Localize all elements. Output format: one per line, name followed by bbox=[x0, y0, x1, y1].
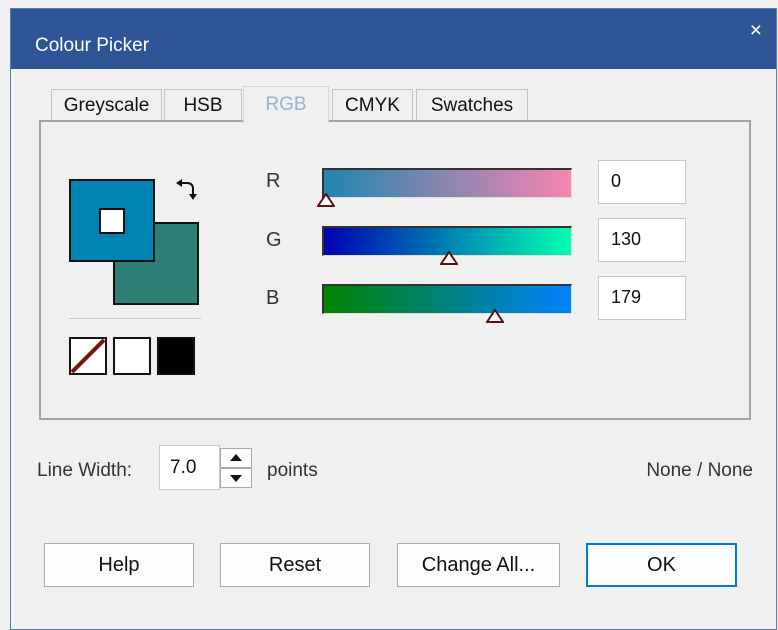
red-value-field[interactable]: 0 bbox=[598, 160, 686, 204]
colour-wells-separator bbox=[69, 318, 201, 319]
no-colour-swatch[interactable] bbox=[69, 337, 107, 375]
line-width-increment[interactable] bbox=[220, 448, 252, 468]
channel-label-b: B bbox=[266, 287, 280, 309]
ok-button[interactable]: OK bbox=[586, 543, 737, 587]
channel-label-g: G bbox=[266, 229, 282, 251]
blue-slider-thumb[interactable] bbox=[486, 309, 505, 323]
blue-slider[interactable] bbox=[322, 284, 572, 314]
line-width-decrement[interactable] bbox=[220, 468, 252, 488]
tab-swatches[interactable]: Swatches bbox=[416, 89, 528, 121]
spin-down-icon bbox=[230, 475, 242, 482]
blue-value-field[interactable]: 179 bbox=[598, 276, 686, 320]
spin-up-icon bbox=[230, 454, 242, 461]
channel-label-r: R bbox=[266, 170, 281, 192]
line-width-input[interactable]: 7.0 bbox=[159, 445, 220, 490]
line-width-label: Line Width: bbox=[37, 460, 133, 481]
colour-status-text: None / None bbox=[646, 460, 753, 481]
white-swatch[interactable] bbox=[113, 337, 151, 375]
reset-button[interactable]: Reset bbox=[220, 543, 370, 587]
help-button[interactable]: Help bbox=[44, 543, 194, 587]
window-title: Colour Picker bbox=[35, 35, 150, 56]
black-swatch[interactable] bbox=[157, 337, 195, 375]
swap-colours-icon[interactable] bbox=[175, 178, 199, 202]
title-bar[interactable]: Colour Picker × bbox=[11, 9, 776, 69]
tab-cmyk[interactable]: CMYK bbox=[332, 89, 413, 121]
tab-hsb[interactable]: HSB bbox=[164, 89, 242, 121]
tab-rgb[interactable]: RGB bbox=[243, 86, 329, 123]
no-colour-slash-icon bbox=[70, 338, 106, 374]
tab-greyscale[interactable]: Greyscale bbox=[51, 89, 162, 121]
red-slider-thumb[interactable] bbox=[317, 193, 335, 207]
foreground-inner-marker bbox=[99, 208, 125, 234]
close-icon[interactable]: × bbox=[750, 19, 762, 43]
change-all-button[interactable]: Change All... bbox=[397, 543, 560, 587]
red-slider[interactable] bbox=[322, 168, 572, 198]
green-value-field[interactable]: 130 bbox=[598, 218, 686, 262]
line-width-unit: points bbox=[267, 460, 318, 481]
green-slider-thumb[interactable] bbox=[440, 251, 459, 265]
